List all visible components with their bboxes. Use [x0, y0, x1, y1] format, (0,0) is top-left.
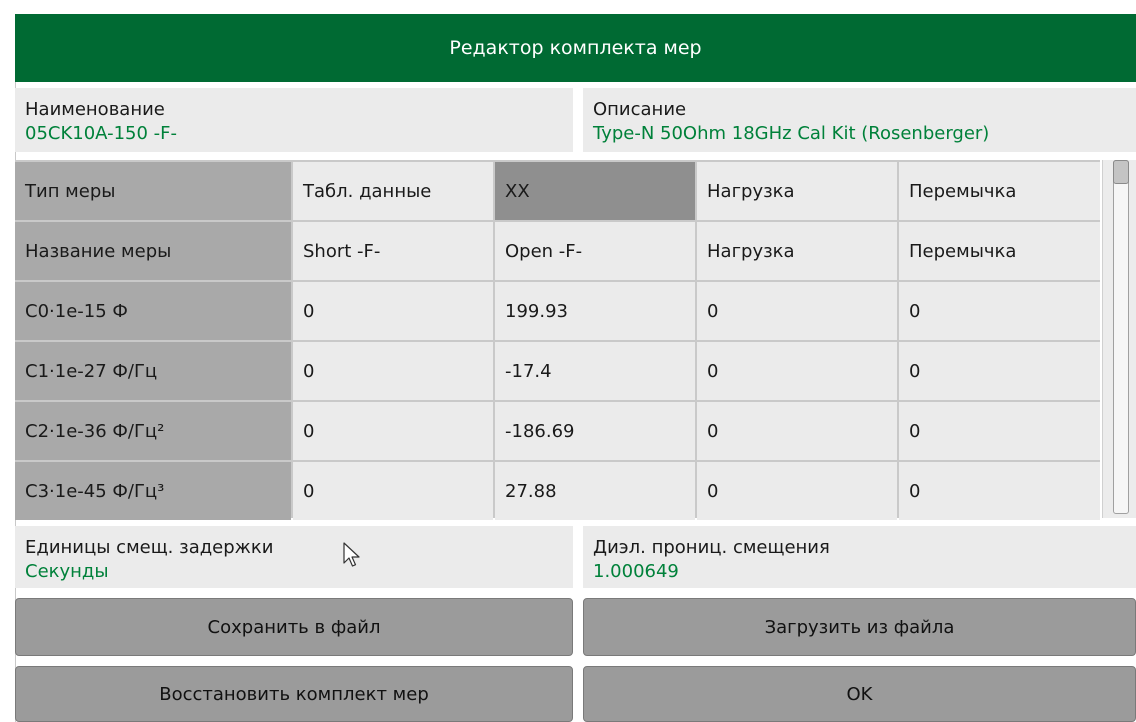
table-cell[interactable]: 0 [697, 342, 897, 400]
save-to-file-button[interactable]: Сохранить в файл [15, 598, 573, 656]
mouse-pointer-icon [343, 542, 360, 567]
load-from-file-button[interactable]: Загрузить из файла [583, 598, 1136, 656]
calibration-kit-editor: Редактор комплекта мер Наименование 05CK… [0, 0, 1136, 722]
table-cell[interactable]: Перемычка [899, 162, 1100, 220]
kit-description-label: Описание [593, 99, 687, 120]
offset-permittivity-label: Диэл. прониц. смещения [593, 537, 830, 558]
table-cell[interactable]: -186.69 [495, 402, 695, 460]
restore-kit-button[interactable]: Восстановить комплект мер [15, 666, 573, 722]
table-cell[interactable]: 0 [697, 282, 897, 340]
table-cell[interactable]: 199.93 [495, 282, 695, 340]
table-cell[interactable]: 0 [293, 402, 493, 460]
scrollbar-track[interactable] [1113, 160, 1129, 514]
delay-units-field[interactable]: Единицы смещ. задержки Секунды [15, 526, 573, 588]
table-cell[interactable]: 0 [697, 462, 897, 520]
table-cell-selected[interactable]: XX [495, 162, 695, 220]
row-header: C2·1e-36 Ф/Гц² [15, 402, 291, 460]
table-cell[interactable]: 27.88 [495, 462, 695, 520]
ok-button[interactable]: OK [583, 666, 1136, 722]
row-header: C1·1e-27 Ф/Гц [15, 342, 291, 400]
table-cell[interactable]: 0 [697, 402, 897, 460]
table-cell[interactable]: Нагрузка [697, 162, 897, 220]
row-header: Тип меры [15, 162, 291, 220]
table-cell[interactable]: 0 [293, 342, 493, 400]
window-title: Редактор комплекта мер [15, 14, 1136, 82]
row-header: Название меры [15, 222, 291, 280]
kit-name-value: 05CK10A-150 -F- [25, 123, 178, 144]
table-cell[interactable]: Open -F- [495, 222, 695, 280]
table-cell[interactable]: 0 [293, 462, 493, 520]
kit-description-value: Type-N 50Ohm 18GHz Cal Kit (Rosenberger) [593, 123, 990, 144]
kit-description-field[interactable]: Описание Type-N 50Ohm 18GHz Cal Kit (Ros… [583, 88, 1136, 152]
row-header: C0·1e-15 Ф [15, 282, 291, 340]
table-cell[interactable]: -17.4 [495, 342, 695, 400]
table-cell[interactable]: 0 [899, 282, 1100, 340]
standards-table: Тип меры Табл. данные XX Нагрузка Перемы… [15, 160, 1100, 520]
table-cell[interactable]: 0 [899, 402, 1100, 460]
table-cell[interactable]: 0 [899, 342, 1100, 400]
delay-units-value: Секунды [25, 561, 109, 582]
kit-name-field[interactable]: Наименование 05CK10A-150 -F- [15, 88, 573, 152]
row-header: C3·1e-45 Ф/Гц³ [15, 462, 291, 520]
table-cell[interactable]: 0 [293, 282, 493, 340]
table-cell[interactable]: Перемычка [899, 222, 1100, 280]
table-cell[interactable]: Short -F- [293, 222, 493, 280]
scrollbar-thumb[interactable] [1113, 160, 1129, 184]
kit-name-label: Наименование [25, 99, 165, 120]
offset-permittivity-field[interactable]: Диэл. прониц. смещения 1.000649 [583, 526, 1136, 588]
table-cell[interactable]: Табл. данные [293, 162, 493, 220]
offset-permittivity-value: 1.000649 [593, 561, 679, 582]
table-cell[interactable]: 0 [899, 462, 1100, 520]
table-cell[interactable]: Нагрузка [697, 222, 897, 280]
delay-units-label: Единицы смещ. задержки [25, 537, 274, 558]
table-scrollbar[interactable] [1102, 160, 1136, 518]
window-left-edge [0, 14, 16, 722]
